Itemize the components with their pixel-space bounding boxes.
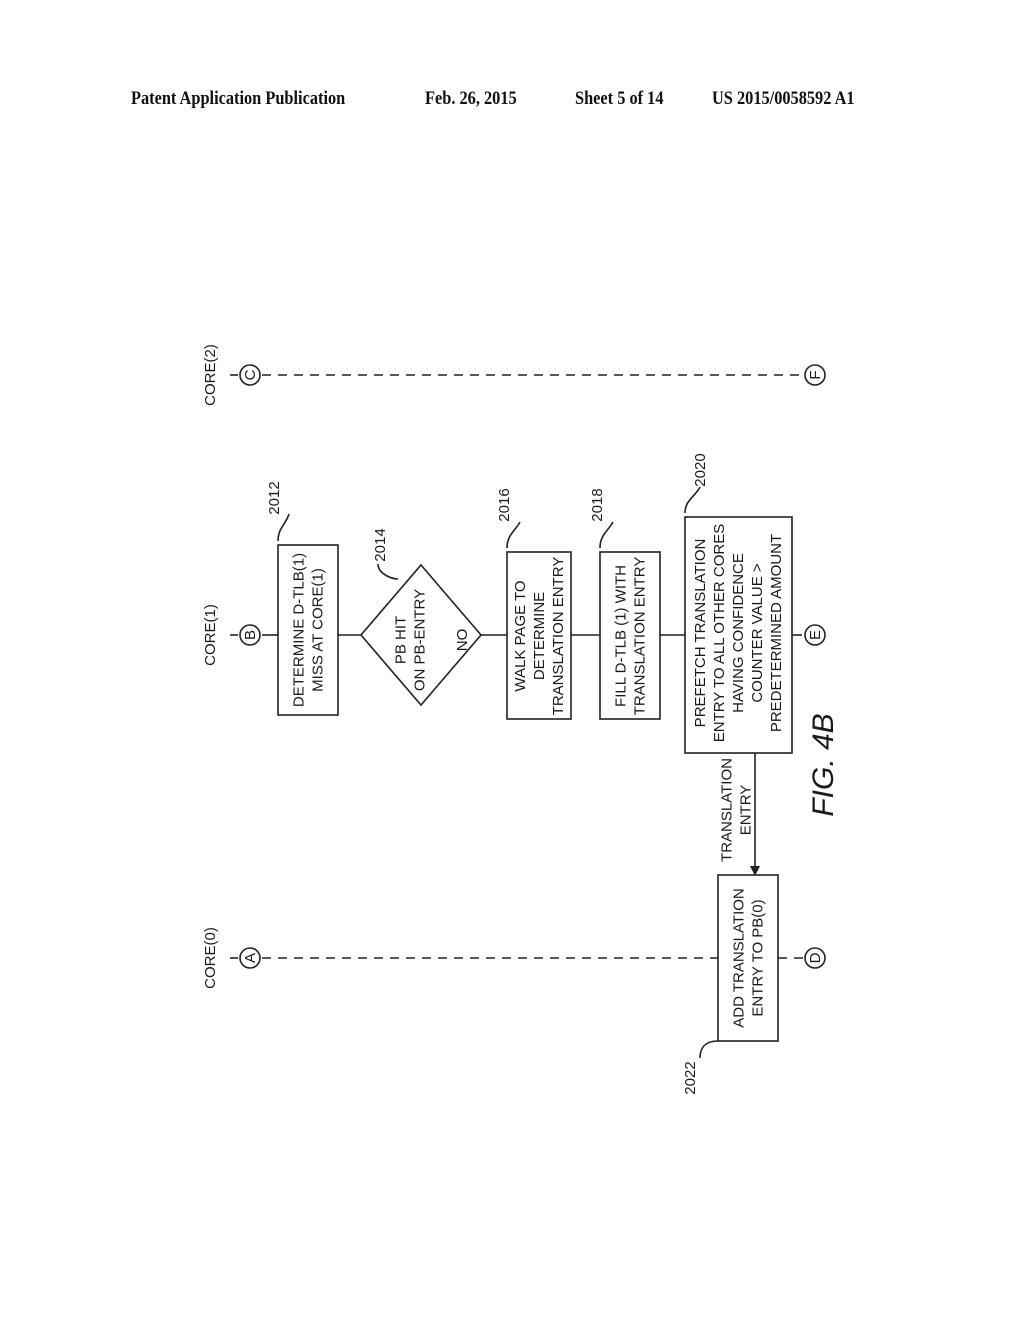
connector-e: E	[807, 630, 824, 640]
step-2018-text: FILL D-TLB (1) WITH TRANSLATION ENTRY	[613, 557, 649, 716]
step-2014-text: PB HIT ON PB-ENTRY	[393, 589, 429, 691]
connector-c-line: C	[242, 369, 259, 380]
connector-f-line: F	[807, 370, 824, 379]
connector-e-line: E	[807, 630, 824, 640]
step-2018-box	[599, 551, 661, 720]
ref-2018-leader	[599, 521, 614, 549]
step-2012-text-line: MISS AT CORE(1)	[310, 568, 327, 692]
ref-2016-line: 2016	[496, 488, 513, 521]
ref-2022-leader	[699, 1040, 719, 1059]
ref-2022-line: 2022	[682, 1061, 699, 1094]
figure-label: FIG. 4B	[807, 713, 840, 816]
connector-a-line: A	[242, 953, 259, 963]
lane-label-core1: CORE(1)	[202, 604, 219, 666]
step-2016-text: WALK PAGE TO DETERMINE TRANSLATION ENTRY	[512, 557, 567, 716]
connector-f: F	[807, 370, 824, 379]
step-2020-text-line: HAVING CONFIDENCE	[730, 553, 747, 713]
connector-d: D	[807, 952, 824, 963]
connector-c: C	[242, 369, 259, 380]
lane-label-core0: CORE(0)	[202, 927, 219, 989]
ref-2012-leader	[277, 513, 290, 542]
ref-2014-leader	[377, 563, 399, 580]
ref-2020-leader	[684, 486, 701, 514]
step-2020-text-line: PREFETCH TRANSLATION	[692, 539, 709, 728]
step-2018-text-line: FILL D-TLB (1) WITH	[613, 565, 630, 707]
figure-label-line: FIG. 4B	[807, 713, 840, 816]
lane-label-core0-line: CORE(0)	[202, 927, 219, 989]
ref-2016: 2016	[496, 488, 513, 521]
step-2012-text: DETERMINE D-TLB(1) MISS AT CORE(1)	[291, 553, 327, 707]
step-2016-text-line: DETERMINE	[531, 592, 548, 680]
arrow-label-translation-entry: TRANSLATION ENTRY	[719, 758, 755, 862]
connector-d-line: D	[807, 952, 824, 963]
step-2012-box	[277, 544, 339, 716]
arrow-label-translation-entry-line: TRANSLATION	[719, 758, 736, 862]
step-2022-box	[717, 874, 779, 1042]
ref-2018-line: 2018	[589, 488, 606, 521]
step-2022-text: ADD TRANSLATION ENTRY TO PB(0)	[731, 888, 767, 1027]
ref-2012: 2012	[266, 481, 283, 514]
connector-a: A	[242, 953, 259, 963]
lane-label-core2-line: CORE(2)	[202, 344, 219, 406]
lane-label-core2: CORE(2)	[202, 344, 219, 406]
step-2014-text-line: PB HIT	[393, 616, 410, 664]
step-2016-text-line: WALK PAGE TO	[512, 580, 529, 691]
ref-2016-leader	[506, 521, 521, 549]
lane-label-core1-line: CORE(1)	[202, 604, 219, 666]
ref-2012-line: 2012	[266, 481, 283, 514]
step-2020-text: PREFETCH TRANSLATION ENTRY TO ALL OTHER C…	[692, 524, 785, 742]
step-2020-text-line: COUNTER VALUE >	[749, 563, 766, 703]
connector-b: B	[242, 630, 259, 640]
step-2012-text-line: DETERMINE D-TLB(1)	[291, 553, 308, 707]
step-2020-text-line: ENTRY TO ALL OTHER CORES	[711, 524, 728, 742]
step-2016-text-line: TRANSLATION ENTRY	[550, 557, 567, 716]
ref-2014-line: 2014	[372, 528, 389, 561]
ref-2018: 2018	[589, 488, 606, 521]
flowchart-diagram: CORE(2) CORE(1) CORE(0) C F B E A D DETERMINE D-T…	[202, 344, 840, 1095]
ref-2014: 2014	[372, 528, 389, 561]
ref-2022: 2022	[682, 1061, 699, 1094]
step-2020-text-line: PREDETERMINED AMOUNT	[768, 534, 785, 732]
connector-b-line: B	[242, 630, 259, 640]
step-2022-text-line: ENTRY TO PB(0)	[750, 899, 767, 1016]
ref-2020-line: 2020	[692, 453, 709, 486]
step-2022-text-line: ADD TRANSLATION	[731, 888, 748, 1027]
arrow-label-translation-entry-line: ENTRY	[738, 785, 755, 836]
step-2014-text-line: ON PB-ENTRY	[412, 589, 429, 691]
step-2014-branch-no: NO	[454, 629, 471, 652]
ref-2020: 2020	[692, 453, 709, 486]
step-2018-text-line: TRANSLATION ENTRY	[632, 557, 649, 716]
step-2014-branch-no-line: NO	[454, 629, 471, 652]
